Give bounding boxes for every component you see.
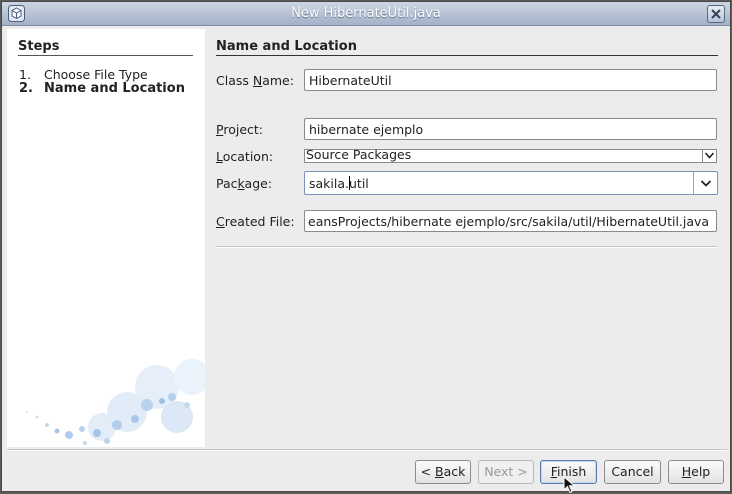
steps-panel: Steps 1. Choose File Type 2. Name and Loca… bbox=[7, 29, 205, 447]
mouse-pointer-icon bbox=[563, 476, 576, 494]
bubbles-decoration-icon bbox=[26, 359, 205, 445]
chevron-down-icon bbox=[705, 152, 714, 159]
class-name-input[interactable] bbox=[304, 69, 717, 91]
help-button[interactable]: Help bbox=[668, 460, 724, 484]
close-button[interactable] bbox=[707, 5, 725, 23]
steps-heading: Steps bbox=[18, 39, 193, 56]
step-name-and-location: 2. Name and Location bbox=[19, 81, 185, 96]
step-number: 1. bbox=[19, 67, 31, 82]
step-choose-file-type: 1. Choose File Type bbox=[19, 67, 148, 82]
created-file-field[interactable]: eansProjects/hibernate ejemplo/src/sakil… bbox=[304, 210, 717, 232]
next-button[interactable]: Next > bbox=[478, 460, 534, 484]
dialog-window: New HibernateUtil.java Steps 1. Choose Fi… bbox=[1, 1, 731, 494]
location-combobox[interactable]: Source Packages bbox=[304, 147, 717, 163]
step-label: Choose File Type bbox=[44, 67, 148, 82]
section-title: Name and Location bbox=[216, 39, 718, 56]
class-name-label: Class Name: bbox=[216, 73, 294, 88]
window-title: New HibernateUtil.java bbox=[291, 6, 441, 21]
close-icon bbox=[711, 9, 721, 19]
project-field[interactable]: hibernate ejemplo bbox=[304, 118, 717, 140]
location-dropdown-button[interactable] bbox=[702, 150, 716, 162]
package-dropdown-button[interactable] bbox=[693, 172, 717, 194]
created-file-label: Created File: bbox=[216, 214, 295, 229]
button-bar-divider bbox=[7, 449, 727, 451]
package-input[interactable]: sakila.util bbox=[309, 176, 369, 191]
section-divider bbox=[216, 246, 718, 248]
chevron-down-icon bbox=[701, 180, 711, 187]
back-button[interactable]: < Back bbox=[415, 460, 471, 484]
package-label: Package: bbox=[216, 176, 273, 191]
step-number: 2. bbox=[19, 81, 33, 96]
main-panel: Name and Location Class Name: Project: h… bbox=[205, 29, 729, 447]
location-value: Source Packages bbox=[306, 147, 412, 162]
package-combobox[interactable]: sakila.util bbox=[304, 171, 718, 195]
title-bar[interactable]: New HibernateUtil.java bbox=[2, 2, 730, 26]
step-label: Name and Location bbox=[44, 81, 185, 96]
project-label: Project: bbox=[216, 122, 263, 137]
location-label: Location: bbox=[216, 149, 274, 164]
cancel-button[interactable]: Cancel bbox=[604, 460, 661, 484]
